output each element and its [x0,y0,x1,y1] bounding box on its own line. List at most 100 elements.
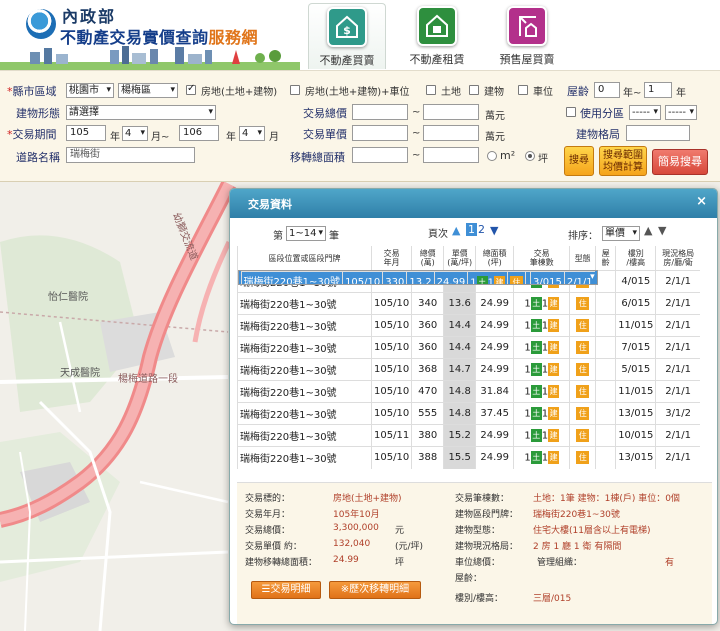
range-average-button[interactable]: 搜尋範圍 均價計算 [599,146,647,176]
zoning-select-a[interactable]: ----- [629,105,661,120]
site-header: 內政部 不動產交易實價查詢服務網 $ 不動產買賣 不動產租賃 預售屋買賣 [0,0,720,71]
cell-layout: 2/1/1 [655,314,700,337]
total-price-min-input[interactable] [352,104,408,120]
table-row[interactable]: 瑞梅街220巷1~30號 105/10 555 14.8 37.45 1 土 1 建住 13/01… [237,402,700,425]
table-row[interactable]: 瑞梅街220巷1~30號 105/10 340 13.6 24.99 1 土 1 建住 6/015… [237,292,700,315]
cell-layout: 2/1/1 [655,380,700,403]
cell-type: 住 [569,336,596,359]
cell-age [595,402,616,425]
page-current[interactable]: 1 [466,223,477,236]
district-select[interactable]: 楊梅區 [118,83,178,98]
radio-area-m2[interactable] [487,151,497,161]
page-next-icon[interactable]: ▼ [490,224,498,237]
table-row[interactable]: 瑞梅街220巷1~30號 105/10 330 13.2 24.99 1 土 1 建住 3/015… [237,270,598,285]
col-count[interactable]: 交易 筆棟數 [513,246,570,270]
col-unit[interactable]: 單價 (萬/坪) [443,246,476,270]
transfer-history-button[interactable]: ※歷次移轉明細 [329,581,421,599]
county-select[interactable]: 桃園市 [66,83,114,98]
total-price-max-input[interactable] [423,104,479,120]
checkbox-zoning[interactable] [566,107,576,117]
simple-search-button[interactable]: 簡易搜尋 [652,149,708,175]
land-badge-icon: 土 [476,276,488,284]
table-row[interactable]: 瑞梅街220巷1~30號 105/10 360 14.4 24.99 1 土 1 建住 7/015… [237,336,700,359]
cell-type: 住 [569,358,596,381]
table-row[interactable]: 瑞梅街220巷1~30號 105/10 368 14.7 24.99 1 土 1 建住 5/015… [237,358,700,381]
detail-age-label: 屋齡： [455,574,483,584]
cell-count: 1土1建 [467,271,508,284]
checkbox-house-parking[interactable] [290,85,300,95]
cell-year-month: 105/10 [370,446,412,469]
cell-year-month: 105/10 [370,292,412,315]
layout-input[interactable] [626,125,690,141]
col-type[interactable]: 型態 [569,246,596,270]
detail-layout-value: 2 房 1 廳 1 衛 有隔間 [533,542,622,552]
detail-mgmt-value: 有 [665,558,675,568]
radio-area-ping[interactable] [525,151,535,161]
checkbox-house[interactable] [186,83,196,95]
building-badge-icon: 建 [548,363,560,376]
year-from-input[interactable]: 105 [66,125,106,141]
road-input[interactable]: 瑞梅街 [66,147,195,163]
tab-real-estate-rent[interactable]: 不動產租賃 [398,3,476,69]
unit-price-min-input[interactable] [352,125,408,141]
checkbox-parking[interactable] [518,85,528,95]
checkbox-building[interactable] [469,85,479,95]
cell-unit-price: 14.4 [443,336,476,359]
cell-type: 住 [569,424,596,447]
col-area[interactable]: 總面積 (坪) [475,246,514,270]
unit-price-max-input[interactable] [423,125,479,141]
cell-unit-price: 15.5 [443,446,476,469]
tab-presale[interactable]: 預售屋買賣 [488,3,566,69]
col-total[interactable]: 總價 (萬) [411,246,444,270]
building-badge-icon: 建 [548,451,560,465]
cell-floor: 4/015 [615,270,656,293]
unit-price-unit: 萬元 [485,132,505,143]
cell-area: 24.99 [475,424,514,447]
cell-total: 360 [411,314,444,337]
page-next-link[interactable]: 2 [478,223,485,236]
period-label: *交易期間 [7,128,57,141]
month-from-select[interactable]: 4 [122,126,148,141]
table-row[interactable]: 瑞梅街220巷1~30號 105/10 470 14.8 31.84 1 土 1 建住 11/01… [237,380,700,403]
table-row[interactable]: 瑞梅街220巷1~30號 105/11 380 15.2 24.99 1 土 1 建住 10/01… [237,424,700,447]
tab-real-estate-sale[interactable]: $ 不動產買賣 [308,3,386,69]
checkbox-land[interactable] [426,85,436,95]
cell-unit-price: 15.2 [443,424,476,447]
building-type-select[interactable]: 請選擇 [66,105,216,120]
age-from-input[interactable]: 0 [594,82,620,98]
cell-area: 24.99 [475,336,514,359]
building-badge-icon: 建 [548,385,560,398]
area-tilde: ~ [412,150,421,161]
sort-desc-icon[interactable]: ▼ [658,224,666,237]
cell-total: 368 [411,358,444,381]
detail-area-label: 建物移轉總面積： [245,558,318,568]
age-to-input[interactable]: 1 [644,82,672,98]
cell-total: 380 [411,424,444,447]
transaction-detail-button[interactable]: ☰交易明細 [251,581,321,599]
col-floor[interactable]: 樓別 /樓高 [615,246,656,270]
col-year-month[interactable]: 交易 年月 [370,246,412,270]
month-to-select[interactable]: 4 [239,126,265,141]
table-row[interactable]: 瑞梅街220巷1~30號 105/10 388 15.5 24.99 1 土 1 建住 13/01… [237,446,700,469]
building-badge-icon: 建 [548,407,560,420]
area-min-input[interactable] [352,147,408,163]
table-row[interactable]: 瑞梅街220巷1~30號 105/10 360 14.4 24.99 1 土 1 建住 11/01… [237,314,700,337]
dialog-title-bar: 交易資料 × [230,189,717,218]
page-prev-icon[interactable]: ▲ [452,224,460,237]
zoning-select-b[interactable]: ----- [665,105,697,120]
cell-layout: 2/1/1 [655,358,700,381]
col-layout[interactable]: 現況格局 房/廳/衛 [655,246,700,270]
search-button[interactable]: 搜尋 [564,146,594,176]
close-icon[interactable]: × [696,194,707,209]
range-select[interactable]: 1~14 [286,226,326,241]
detail-bldg-type-value: 住宅大樓(11層含以上有電梯) [533,526,651,536]
cell-age [595,292,616,315]
col-age[interactable]: 屋 齡 [595,246,616,270]
cell-layout: 2/1/1 [655,446,700,469]
sort-select[interactable]: 單價 [602,226,640,241]
area-max-input[interactable] [423,147,479,163]
land-badge-icon: 土 [530,407,542,420]
col-address[interactable]: 區段位置或區段門牌 [237,246,372,270]
year-to-input[interactable]: 106 [179,125,219,141]
sort-asc-icon[interactable]: ▲ [644,224,652,237]
